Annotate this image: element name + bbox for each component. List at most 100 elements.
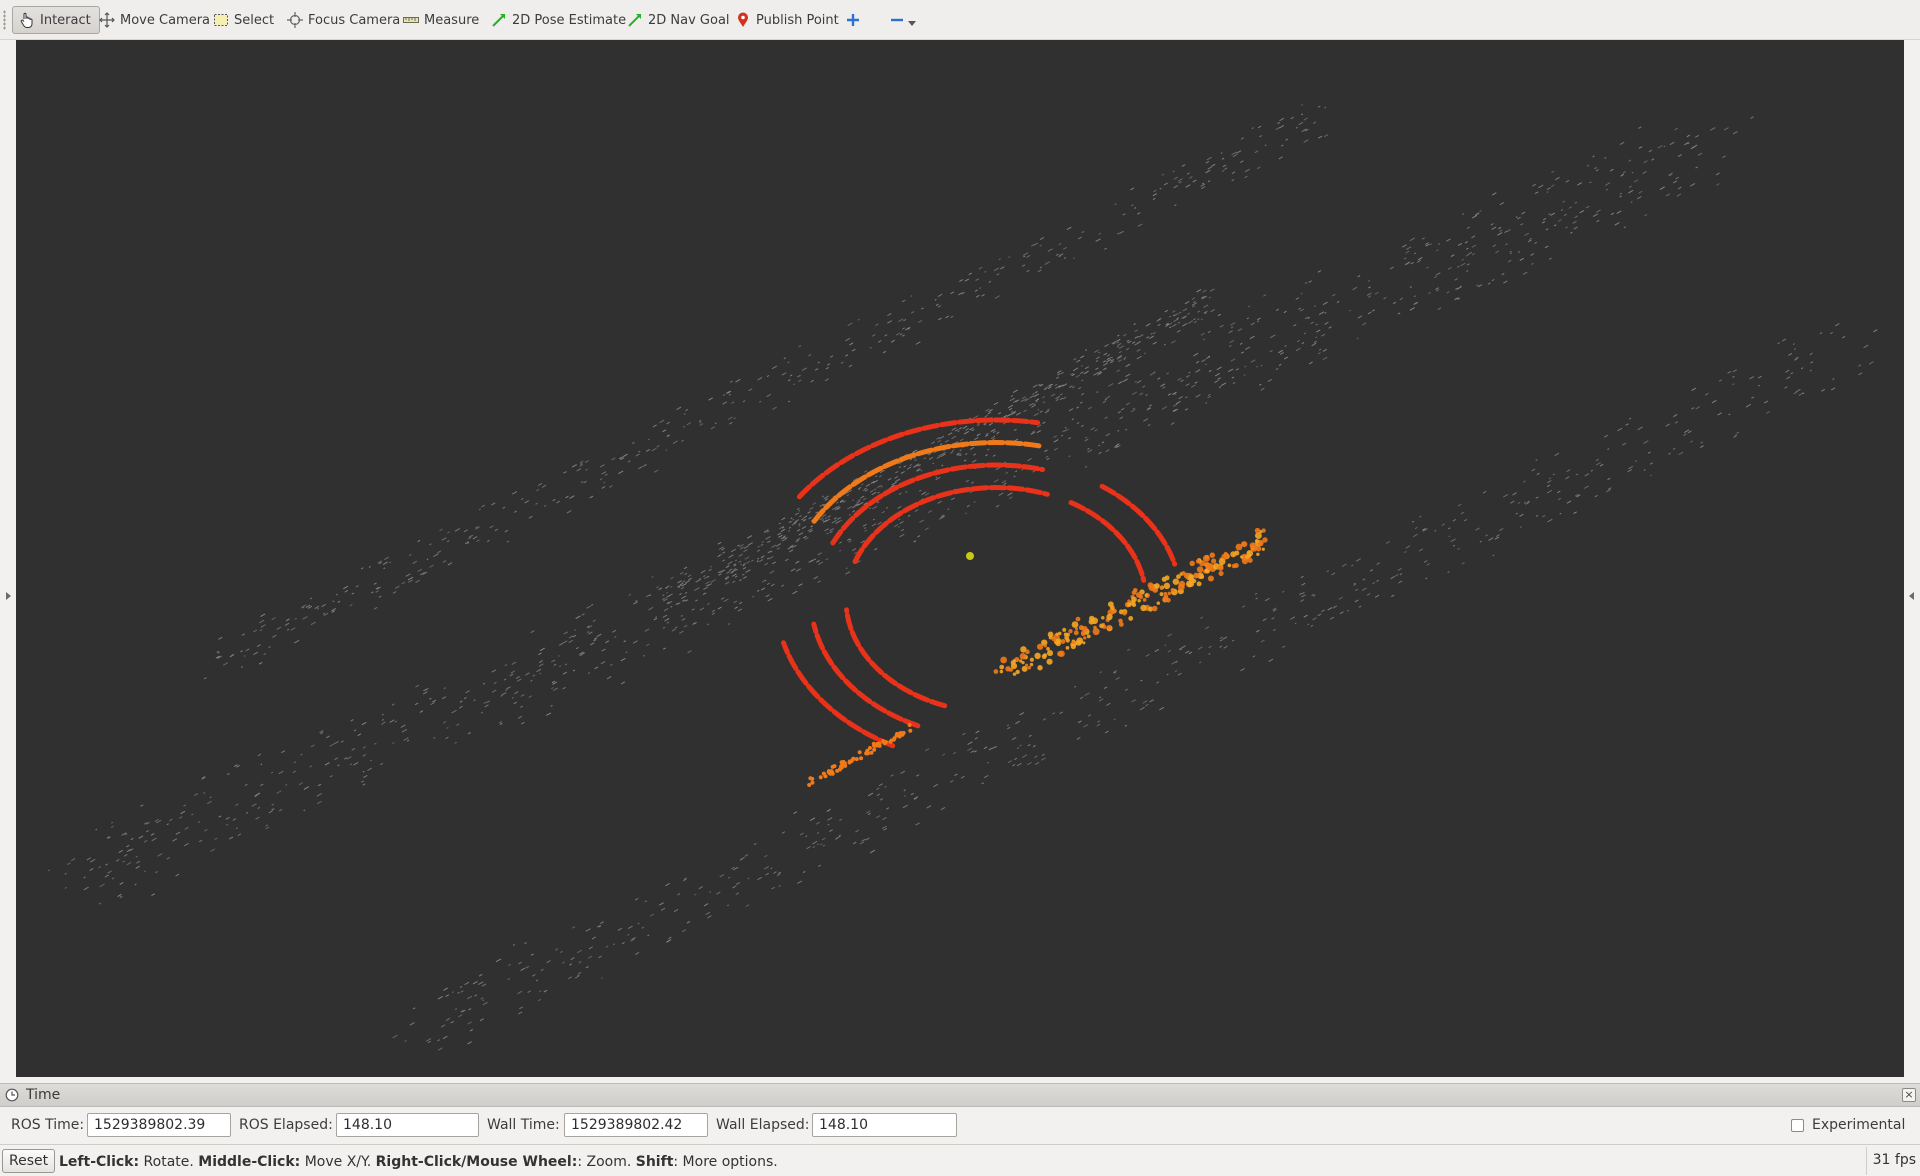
left-dock-splitter[interactable]	[0, 40, 14, 1077]
reset-button[interactable]: Reset	[2, 1149, 56, 1173]
ground-point	[491, 689, 497, 693]
wall-point	[1185, 580, 1193, 588]
ground-point	[1285, 138, 1289, 141]
ground-point	[1715, 172, 1720, 176]
ground-point	[742, 400, 746, 403]
toolbar: Interact Move Camera Select Focus Camera…	[0, 0, 1920, 40]
ground-point	[1697, 152, 1703, 156]
ground-point	[351, 592, 355, 595]
ground-point	[1617, 427, 1623, 432]
ground-point	[986, 448, 990, 451]
ground-point	[138, 835, 144, 839]
ground-point	[790, 521, 793, 523]
ground-point	[316, 793, 322, 797]
ground-point	[48, 869, 51, 872]
2d-nav-goal-tool-button[interactable]: 2D Nav Goal	[620, 6, 739, 34]
ground-point	[1058, 242, 1062, 246]
experimental-checkbox[interactable]	[1791, 1119, 1804, 1132]
ground-point	[1308, 316, 1311, 319]
ground-point	[656, 586, 659, 589]
ground-point	[744, 854, 749, 857]
ground-point	[394, 720, 397, 723]
ground-point	[504, 664, 508, 667]
ground-point	[751, 559, 754, 562]
ros-time-field[interactable]	[87, 1113, 231, 1137]
ground-point	[1355, 588, 1359, 591]
ground-point	[389, 719, 395, 723]
ground-point	[671, 628, 676, 632]
ground-point	[122, 860, 125, 863]
ground-point	[203, 828, 208, 832]
ground-point	[1605, 182, 1611, 186]
ground-point	[1087, 447, 1090, 450]
ground-point	[799, 832, 804, 836]
wall-elapsed-field[interactable]	[812, 1113, 957, 1137]
ground-point	[1021, 754, 1028, 758]
ros-elapsed-field[interactable]	[336, 1113, 479, 1137]
wall-time-field[interactable]	[564, 1113, 708, 1137]
ground-point	[647, 934, 650, 937]
ground-point	[965, 453, 968, 455]
interact-tool-button[interactable]: Interact	[12, 6, 100, 34]
render-viewport[interactable]	[16, 40, 1904, 1077]
ground-point	[1732, 375, 1735, 378]
close-panel-button[interactable]: ×	[1902, 1088, 1916, 1102]
ground-point	[1136, 380, 1142, 384]
expand-right-icon[interactable]	[1909, 592, 1914, 600]
add-tool-button[interactable]	[840, 6, 866, 34]
2d-pose-estimate-tool-button[interactable]: 2D Pose Estimate	[484, 6, 635, 34]
move-camera-tool-button[interactable]: Move Camera	[92, 6, 219, 34]
ground-point	[110, 825, 114, 829]
ground-point	[439, 528, 443, 532]
ground-point	[1403, 257, 1407, 260]
ground-point	[703, 903, 709, 907]
ground-point	[1522, 271, 1528, 275]
ground-point	[965, 479, 970, 483]
select-tool-button[interactable]: Select	[206, 6, 283, 34]
ground-point	[934, 298, 937, 301]
ground-point	[271, 617, 276, 621]
ground-point	[1042, 421, 1046, 424]
ground-point	[1130, 187, 1135, 191]
focus-camera-tool-button[interactable]: Focus Camera	[280, 6, 409, 34]
ground-point	[562, 961, 565, 964]
ground-point	[1136, 348, 1141, 352]
remove-tool-dropdown[interactable]	[884, 6, 921, 34]
wall-point	[1065, 645, 1070, 650]
ground-point	[498, 721, 503, 724]
ground-point	[1105, 395, 1111, 400]
wall-point	[1249, 542, 1257, 549]
toolbar-grip[interactable]	[3, 10, 6, 30]
ground-point	[861, 838, 866, 842]
ground-point	[1039, 244, 1042, 247]
ground-point	[806, 846, 811, 850]
ground-point	[747, 542, 753, 546]
ground-point	[1497, 232, 1503, 236]
publish-point-tool-button[interactable]: Publish Point	[728, 6, 848, 34]
ground-point	[183, 804, 186, 807]
ground-point	[914, 459, 917, 462]
ground-point	[1067, 436, 1072, 440]
expand-left-icon[interactable]	[6, 592, 11, 600]
ground-point	[1244, 175, 1248, 179]
ground-point	[792, 518, 795, 521]
ground-point	[662, 429, 667, 433]
right-dock-splitter[interactable]	[1906, 40, 1920, 1077]
ground-point	[1418, 548, 1424, 552]
ground-point	[1858, 372, 1863, 376]
measure-tool-button[interactable]: Measure	[396, 6, 488, 34]
wall-point	[1254, 538, 1260, 544]
ground-point	[827, 817, 833, 821]
ground-point	[1527, 500, 1530, 503]
ground-point	[1548, 213, 1551, 215]
ground-point	[1168, 315, 1171, 318]
ground-point	[1647, 451, 1651, 454]
ground-point	[771, 365, 778, 370]
ground-point	[996, 273, 1000, 276]
ground-point	[739, 601, 743, 605]
ground-point	[1125, 363, 1131, 368]
ground-point	[1651, 158, 1655, 161]
ground-point	[1277, 122, 1280, 125]
ground-point	[1105, 433, 1111, 437]
ground-point	[1512, 492, 1517, 496]
